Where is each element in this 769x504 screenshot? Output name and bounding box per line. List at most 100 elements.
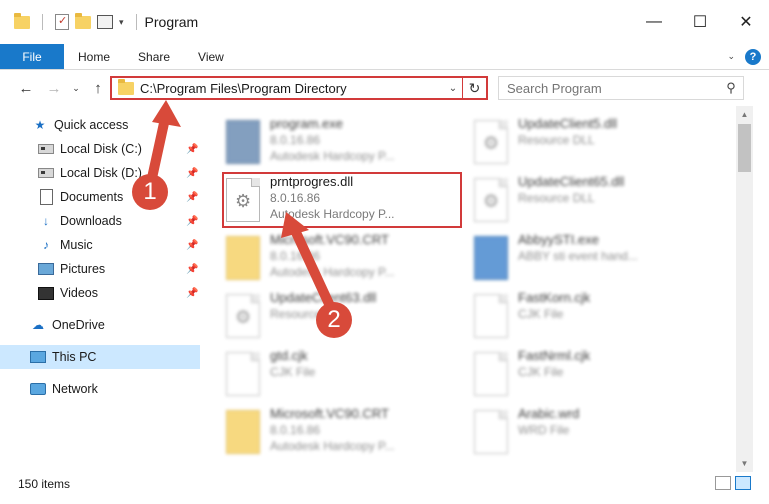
sidebar-item-pictures[interactable]: Pictures 📌 — [0, 257, 200, 281]
new-folder-icon[interactable] — [75, 12, 91, 29]
file-name: AbbyySTI.exe — [518, 232, 599, 247]
search-icon[interactable]: ⚲ — [719, 80, 743, 96]
tiles-view-icon[interactable] — [735, 476, 751, 490]
file-name: FastNrml.cjk — [518, 348, 591, 363]
up-arrow-icon[interactable]: ↑ — [86, 76, 110, 100]
divider — [135, 14, 137, 30]
file-version: 8.0.16.86 — [270, 249, 321, 263]
file-name: FastKorn.cjk — [518, 290, 591, 305]
pin-icon[interactable]: 📌 — [186, 192, 198, 203]
folder-icon — [226, 236, 260, 280]
file-name: Arabic.wrd — [518, 406, 580, 421]
disk-icon — [38, 144, 54, 154]
file-name: UpdateClient5.dll — [518, 116, 618, 131]
forward-arrow-icon[interactable]: → — [42, 76, 66, 100]
quick-access-toolbar: ▾ — [14, 12, 143, 30]
executable-icon — [226, 120, 260, 164]
scroll-thumb[interactable] — [738, 124, 751, 172]
file-type: CJK File — [518, 307, 564, 321]
cloud-icon: ☁ — [32, 318, 44, 332]
navigation-pane: ★ Quick access Local Disk (C:) 📌 Local D… — [0, 106, 200, 472]
tab-share[interactable]: Share — [124, 44, 184, 69]
maximize-button[interactable]: ☐ — [677, 0, 723, 44]
file-item[interactable]: AbbyySTI.exe ABBY sti event hand... — [450, 230, 690, 286]
file-type: CJK File — [518, 365, 564, 379]
music-icon: ♪ — [43, 238, 49, 252]
scroll-down-icon[interactable]: ▼ — [736, 455, 753, 472]
tab-home[interactable]: Home — [64, 44, 124, 69]
properties-check-icon[interactable] — [55, 14, 69, 30]
file-type: Resource DLL — [518, 133, 595, 147]
chevron-down-icon[interactable]: ▾ — [119, 17, 124, 28]
sidebar-item-label: Downloads — [60, 214, 122, 228]
chevron-down-icon[interactable]: ⌄ — [444, 83, 462, 94]
window-controls: — ☐ ✕ — [631, 0, 769, 44]
ribbon-tabs: File Home Share View ⌄ ? — [0, 44, 769, 70]
sidebar-item-local-disk-d[interactable]: Local Disk (D:) 📌 — [0, 161, 200, 185]
file-icon — [226, 352, 260, 396]
computer-icon — [30, 351, 46, 363]
file-item[interactable]: FastKorn.cjk CJK File — [450, 288, 690, 344]
folder-icon — [14, 12, 30, 29]
pin-icon[interactable]: 📌 — [186, 216, 198, 227]
pin-icon[interactable]: 📌 — [186, 240, 198, 251]
sidebar-item-onedrive[interactable]: ☁ OneDrive — [0, 313, 200, 337]
scroll-up-icon[interactable]: ▲ — [736, 106, 753, 123]
sidebar-item-label: Local Disk (D:) — [60, 166, 142, 180]
pin-icon[interactable]: 📌 — [186, 264, 198, 275]
sidebar-item-label: Documents — [60, 190, 124, 204]
file-name: UpdateClient63.dll — [270, 290, 377, 305]
file-item[interactable]: Arabic.wrd WRD File — [450, 404, 690, 460]
search-input[interactable] — [507, 80, 719, 96]
sidebar-item-label: Network — [52, 382, 98, 396]
close-button[interactable]: ✕ — [723, 0, 769, 44]
file-version: 8.0.16.86 — [270, 133, 321, 147]
status-bar: 150 items — [0, 472, 769, 496]
file-name: Microsoft.VC90.CRT — [270, 232, 389, 247]
video-icon — [38, 286, 54, 300]
sidebar-item-documents[interactable]: Documents 📌 — [0, 185, 200, 209]
customize-icon[interactable] — [97, 15, 113, 29]
sidebar-item-quick-access[interactable]: ★ Quick access — [0, 113, 200, 137]
help-icon[interactable]: ? — [745, 48, 761, 65]
tab-file[interactable]: File — [0, 44, 64, 69]
file-item[interactable]: Microsoft.VC90.CRT 8.0.16.86 Autodesk Ha… — [202, 404, 442, 460]
address-path[interactable]: C:\Program Files\Program Directory — [140, 81, 444, 96]
details-view-icon[interactable] — [715, 476, 731, 490]
file-item[interactable]: program.exe 8.0.16.86 Autodesk Hardcopy … — [202, 114, 442, 170]
highlight-box — [222, 172, 462, 228]
pin-icon[interactable]: 📌 — [186, 144, 198, 155]
minimize-button[interactable]: — — [631, 0, 677, 44]
sidebar-item-this-pc[interactable]: This PC — [0, 345, 200, 369]
file-name: gtd.cjk — [270, 348, 308, 363]
address-bar[interactable]: C:\Program Files\Program Directory ⌄ ↻ — [110, 76, 488, 100]
search-box[interactable]: ⚲ — [498, 76, 744, 100]
sidebar-item-downloads[interactable]: ↓ Downloads 📌 — [0, 209, 200, 233]
network-icon — [30, 383, 46, 395]
pin-icon[interactable]: 📌 — [186, 288, 198, 299]
file-item[interactable]: UpdateClient5.dll Resource DLL — [450, 114, 690, 170]
tab-view[interactable]: View — [184, 44, 238, 69]
file-explorer-window: ▾ Program — ☐ ✕ File Home Share View ⌄ ?… — [0, 0, 769, 504]
file-name: Microsoft.VC90.CRT — [270, 406, 389, 421]
pin-icon[interactable]: 📌 — [186, 168, 198, 179]
vertical-scrollbar[interactable]: ▲ ▼ — [736, 106, 753, 472]
file-version: 8.0.16.86 — [270, 423, 321, 437]
file-item[interactable]: FastNrml.cjk CJK File — [450, 346, 690, 402]
sidebar-item-videos[interactable]: Videos 📌 — [0, 281, 200, 305]
file-item[interactable]: Microsoft.VC90.CRT 8.0.16.86 Autodesk Ha… — [202, 230, 442, 286]
sidebar-item-music[interactable]: ♪ Music 📌 — [0, 233, 200, 257]
recent-locations-icon[interactable]: ⌄ — [64, 76, 88, 100]
callout-2: 2 — [316, 302, 352, 338]
refresh-icon[interactable]: ↻ — [462, 78, 486, 98]
file-item[interactable]: UpdateClient65.dll Resource DLL — [450, 172, 690, 228]
sidebar-item-local-disk-c[interactable]: Local Disk (C:) 📌 — [0, 137, 200, 161]
expand-ribbon-icon[interactable]: ⌄ — [727, 51, 735, 62]
file-type: WRD File — [518, 423, 570, 437]
sidebar-item-network[interactable]: Network — [0, 377, 200, 401]
file-type: CJK File — [270, 365, 316, 379]
back-arrow-icon[interactable]: ← — [14, 76, 38, 100]
file-item[interactable]: gtd.cjk CJK File — [202, 346, 442, 402]
callout-1: 1 — [132, 174, 168, 210]
file-icon — [474, 410, 508, 454]
